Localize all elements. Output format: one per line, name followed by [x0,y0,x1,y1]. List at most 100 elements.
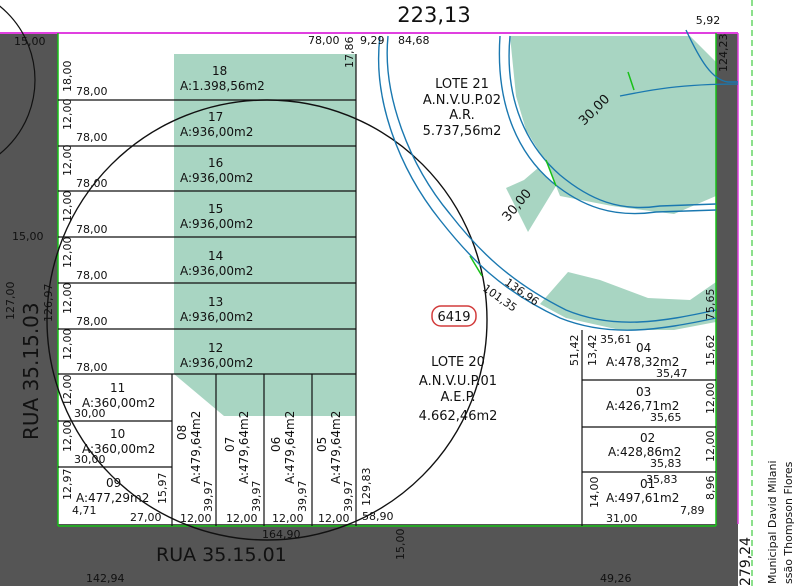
svg-text:78,00: 78,00 [76,361,108,374]
svg-text:12,00: 12,00 [704,383,717,415]
svg-text:39,97: 39,97 [202,481,215,513]
svg-text:39,97: 39,97 [250,481,263,513]
svg-text:78,00: 78,00 [76,269,108,282]
svg-text:12,00: 12,00 [61,191,74,223]
svg-text:15,00: 15,00 [394,529,407,561]
svg-text:7,89: 7,89 [680,504,705,517]
lot-12-number: 12 [208,341,223,355]
lot-12-area: A:936,00m2 [180,356,253,370]
svg-text:12,00: 12,00 [61,329,74,361]
street-name-south: RUA 35.15.01 [156,544,287,566]
lot-09-number: 09 [106,476,121,490]
svg-text:39,97: 39,97 [342,481,355,513]
lot-08-number: 08 [175,425,189,440]
svg-text:164,90: 164,90 [262,528,301,541]
lot-03-number: 03 [636,385,651,399]
svg-text:51,42: 51,42 [568,335,581,367]
lot-10-number: 10 [110,427,125,441]
svg-text:5.737,56m2: 5.737,56m2 [423,124,502,139]
owner-1: Municipal David Milani [766,461,779,585]
svg-text:14,00: 14,00 [588,477,601,509]
svg-text:78,00: 78,00 [76,85,108,98]
lot-18-area: A:1.398,56m2 [180,79,265,93]
svg-text:12,00: 12,00 [272,512,304,525]
svg-text:35,83: 35,83 [650,457,682,470]
svg-text:15,62: 15,62 [704,335,717,367]
lot-id-badge-text: 6419 [437,310,470,325]
svg-text:31,00: 31,00 [606,512,638,525]
site-plan-map: 6419 223,13 5,92 RUA 35.15.03 RUA 35.15.… [0,0,800,586]
svg-text:124,23: 124,23 [717,34,730,73]
lot-02-number: 02 [640,431,655,445]
svg-text:49,26: 49,26 [600,572,632,585]
svg-text:75,65: 75,65 [704,289,717,321]
svg-text:12,97: 12,97 [61,469,74,501]
svg-text:18,00: 18,00 [61,61,74,93]
svg-text:A.R.: A.R. [449,108,475,123]
lot-14-area: A:936,00m2 [180,264,253,278]
lot-05-number: 05 [315,437,329,452]
street-right [716,34,738,524]
total-dimension: 223,13 [397,3,470,27]
svg-text:35,83: 35,83 [646,473,678,486]
street-name-west: RUA 35.15.03 [19,302,43,440]
svg-text:15,97: 15,97 [156,473,169,505]
svg-text:129,83: 129,83 [360,468,373,507]
svg-text:142,94: 142,94 [86,572,125,585]
svg-text:12,00: 12,00 [61,99,74,131]
svg-text:58,90: 58,90 [362,510,394,523]
svg-text:279,24: 279,24 [738,537,754,586]
corner-dimension: 5,92 [696,14,721,27]
svg-text:13,42: 13,42 [586,335,599,367]
svg-text:17,86: 17,86 [343,37,356,69]
svg-text:12,00: 12,00 [61,237,74,269]
lot-15-number: 15 [208,202,223,216]
svg-text:27,00: 27,00 [130,511,162,524]
svg-text:35,65: 35,65 [650,411,682,424]
lot-18-number: 18 [212,64,227,78]
lot-11-number: 11 [110,381,125,395]
svg-text:8,96: 8,96 [704,476,717,501]
lot-14-number: 14 [208,249,223,263]
lot-17-area: A:936,00m2 [180,125,253,139]
svg-text:A.N.V.U.P.02: A.N.V.U.P.02 [423,93,501,108]
lot-15-area: A:936,00m2 [180,217,253,231]
svg-text:12,00: 12,00 [318,512,350,525]
svg-text:A.N.V.U.P.01: A.N.V.U.P.01 [419,374,497,389]
svg-text:78,00: 78,00 [76,131,108,144]
svg-text:12,00: 12,00 [704,431,717,463]
svg-text:35,47: 35,47 [656,367,688,380]
lot-16-number: 16 [208,156,223,170]
svg-text:78,00: 78,00 [76,223,108,236]
svg-text:12,00: 12,00 [61,145,74,177]
svg-text:30,00: 30,00 [74,453,106,466]
svg-text:15,00: 15,00 [14,35,46,48]
svg-text:15,00: 15,00 [12,230,44,243]
svg-text:9,29: 9,29 [360,34,385,47]
svg-text:12,00: 12,00 [61,375,74,407]
svg-text:78,00: 78,00 [76,315,108,328]
svg-text:12,00: 12,00 [226,512,258,525]
lot-07-number: 07 [223,437,237,452]
svg-text:78,00: 78,00 [308,34,340,47]
lot-05-area: A:479,64m2 [329,411,343,484]
svg-text:35,61: 35,61 [600,333,632,346]
lot-13-number: 13 [208,295,223,309]
svg-text:78,00: 78,00 [76,177,108,190]
lot-06-area: A:479,64m2 [283,411,297,484]
lot-16-area: A:936,00m2 [180,171,253,185]
svg-text:39,97: 39,97 [296,481,309,513]
lot-13-area: A:936,00m2 [180,310,253,324]
lot-01-area: A:497,61m2 [606,491,679,505]
svg-text:4,71: 4,71 [72,504,97,517]
svg-text:4.662,46m2: 4.662,46m2 [419,409,498,424]
svg-text:12,00: 12,00 [61,283,74,315]
lot-08-area: A:479,64m2 [189,411,203,484]
svg-text:127,00: 127,00 [4,282,17,321]
svg-text:A.E.P.: A.E.P. [440,390,475,405]
svg-text:12,00: 12,00 [180,512,212,525]
lot-04-number: 04 [636,341,651,355]
svg-text:12,00: 12,00 [61,421,74,453]
svg-text:30,00: 30,00 [74,407,106,420]
lot-07-area: A:479,64m2 [237,411,251,484]
